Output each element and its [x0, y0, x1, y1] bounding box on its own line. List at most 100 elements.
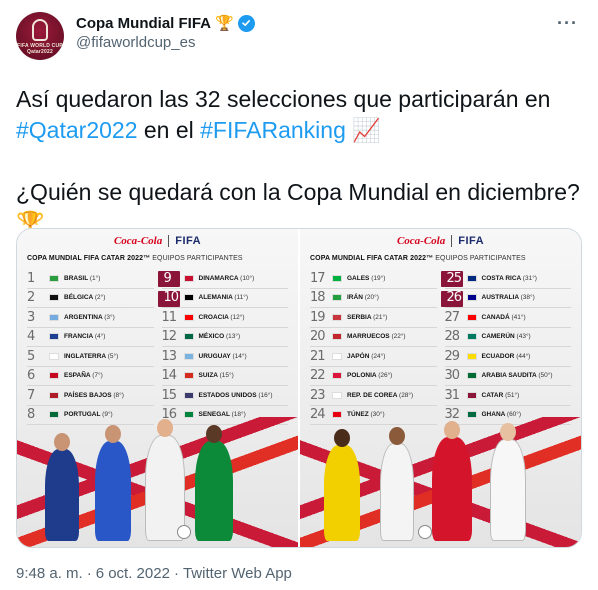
avatar[interactable]: FIFA WORLD CUP Qatar2022: [16, 12, 64, 60]
team-row: 20 MARRUECOS (22°): [310, 328, 437, 347]
team-name: MARRUECOS (22°): [347, 333, 406, 341]
team-rank: 14: [161, 368, 178, 384]
display-name[interactable]: Copa Mundial FIFA: [76, 15, 211, 32]
flag-icon: [466, 352, 477, 360]
tweet-time[interactable]: 9:48 a. m.: [16, 565, 83, 582]
team-name: ESTADOS UNIDOS (16°): [198, 391, 273, 399]
team-row: 29 ECUADOR (44°): [444, 347, 571, 367]
team-ranking-position: (5°): [107, 352, 119, 360]
team-rank: 3: [27, 309, 35, 325]
team-name: DINAMARCA (10°): [198, 274, 255, 282]
team-rank: 30: [444, 368, 461, 384]
team-name: CATAR (51°): [481, 391, 520, 399]
team-rank: 25: [446, 270, 463, 286]
team-ranking-position: (41°): [511, 313, 526, 321]
team-name: AUSTRALIA (38°): [481, 294, 535, 302]
team-row: 4 FRANCIA (4°): [27, 328, 154, 347]
tweet-date[interactable]: 6 oct. 2022: [96, 565, 170, 582]
players-illustration: [17, 412, 298, 547]
team-rank: 18: [310, 290, 326, 306]
more-options-icon[interactable]: ···: [557, 14, 578, 32]
team-name: SUIZA (15°): [198, 372, 234, 380]
team-ranking-position: (51°): [505, 391, 520, 399]
tweet-meta: 9:48 a. m. · 6 oct. 2022 · Twitter Web App: [16, 565, 292, 582]
handle[interactable]: @fifaworldcup_es: [76, 34, 255, 51]
team-name: CROACIA (12°): [198, 313, 245, 321]
team-name: SERBIA (21°): [347, 313, 388, 321]
media-panel-2[interactable]: Coca-Cola FIFA COPA MUNDIAL FIFA CATAR 2…: [300, 229, 581, 547]
team-rank: 9: [163, 270, 172, 286]
flag-icon: [332, 391, 342, 399]
team-row: 15 ESTADOS UNIDOS (16°): [161, 386, 288, 406]
team-row: 10 ALEMANIA (11°): [157, 289, 288, 308]
team-ranking-position: (14°): [232, 352, 247, 360]
team-name: ALEMANIA (11°): [198, 294, 249, 302]
team-rank: 1: [27, 270, 35, 286]
flag-icon: [332, 352, 342, 360]
team-ranking-position: (26°): [378, 372, 393, 380]
flag-icon: [49, 352, 59, 360]
verified-badge-icon: [237, 14, 255, 32]
panel-title: COPA MUNDIAL FIFA CATAR 2022™ EQUIPOS PA…: [27, 255, 243, 262]
team-rank: 23: [310, 387, 326, 403]
flag-icon: [49, 372, 59, 380]
team-grid: 17 GALES (19°) 18 IRÁN (20°) 19 SERBIA (21°) 2…: [310, 269, 571, 425]
flag-icon: [466, 333, 477, 341]
flag-icon: [466, 274, 477, 282]
tweet: FIFA WORLD CUP Qatar2022 Copa Mundial FI…: [0, 0, 598, 590]
team-row: 25 COSTA RICA (31°): [440, 269, 571, 289]
world-cup-emblem-icon: [32, 19, 48, 41]
team-ranking-position: (24°): [371, 352, 386, 360]
team-rank: 20: [310, 329, 326, 345]
team-row: 19 SERBIA (21°): [310, 308, 437, 328]
media-grid[interactable]: Coca-Cola FIFA COPA MUNDIAL FIFA CATAR 2…: [16, 228, 582, 548]
media-panel-1[interactable]: Coca-Cola FIFA COPA MUNDIAL FIFA CATAR 2…: [17, 229, 298, 547]
team-ranking-position: (4°): [94, 333, 106, 341]
team-name: JAPÓN (24°): [347, 352, 386, 360]
team-rank: 22: [310, 368, 326, 384]
team-name: FRANCIA (4°): [64, 333, 106, 341]
team-rank: 21: [310, 348, 326, 364]
team-row: 31 CATAR (51°): [444, 386, 571, 406]
team-row: 11 CROACIA (12°): [161, 308, 288, 328]
tweet-source[interactable]: Twitter Web App: [183, 565, 292, 582]
brand-header: Coca-Cola FIFA: [300, 235, 581, 247]
team-ranking-position: (31°): [522, 274, 537, 282]
team-rank: 31: [444, 387, 461, 403]
flag-icon: [49, 274, 59, 282]
flag-icon: [183, 352, 194, 360]
flag-icon: [49, 313, 59, 321]
flag-icon: [466, 372, 477, 380]
team-grid: 1 BRASIL (1°) 2 BÉLGICA (2°) 3 ARGENTINA (3°)…: [27, 269, 288, 425]
team-ranking-position: (28°): [399, 391, 414, 399]
team-name: ESPAÑA (7°): [64, 372, 103, 380]
tweet-header: FIFA WORLD CUP Qatar2022 Copa Mundial FI…: [16, 12, 582, 60]
team-rank: 11: [161, 309, 178, 325]
team-rank: 29: [444, 348, 461, 364]
tweet-connector: en el: [137, 117, 201, 143]
hashtag-qatar2022[interactable]: #Qatar2022: [16, 117, 137, 143]
team-name: BÉLGICA (2°): [64, 294, 106, 302]
team-ranking-position: (7°): [92, 372, 103, 380]
team-row: 3 ARGENTINA (3°): [27, 308, 154, 328]
team-rank: 27: [444, 309, 461, 325]
flag-icon: [332, 274, 342, 282]
team-ranking-position: (10°): [240, 274, 255, 282]
players-illustration: [300, 412, 581, 547]
team-rank: 15: [161, 387, 178, 403]
team-row: 26 AUSTRALIA (38°): [440, 289, 571, 308]
team-ranking-position: (21°): [373, 313, 388, 321]
team-row: 7 PAÍSES BAJOS (8°): [27, 386, 154, 406]
team-row: 18 IRÁN (20°): [310, 289, 437, 308]
team-ranking-position: (38°): [520, 294, 535, 302]
team-ranking-position: (3°): [104, 313, 115, 321]
flag-icon: [183, 313, 194, 321]
team-rank: 7: [27, 387, 35, 403]
team-name: PAÍSES BAJOS (8°): [64, 391, 124, 399]
brand-header: Coca-Cola FIFA: [17, 235, 298, 247]
team-row: 21 JAPÓN (24°): [310, 347, 437, 367]
team-name: MÉXICO (13°): [198, 333, 241, 341]
team-rank: 6: [27, 368, 35, 384]
flag-icon: [332, 294, 342, 302]
hashtag-fifaranking[interactable]: #FIFARanking: [200, 117, 346, 143]
